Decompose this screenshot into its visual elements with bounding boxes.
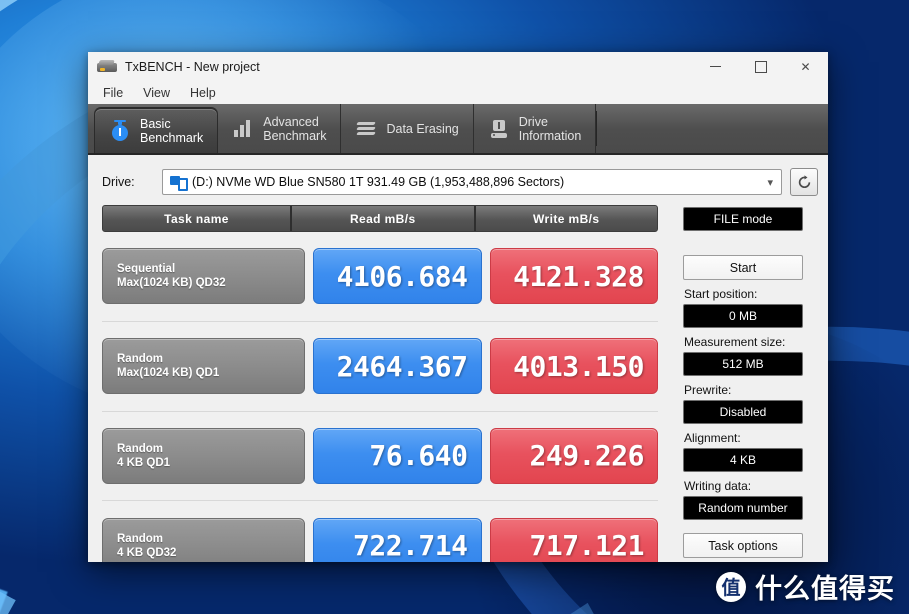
refresh-icon [797, 175, 812, 190]
tab-drive-information[interactable]: Drive Information [474, 104, 597, 153]
write-value: 4013.150 [490, 338, 659, 394]
chevron-down-icon: ▾ [767, 176, 777, 189]
task-button-random-4k-qd32[interactable]: Random 4 KB QD32 [102, 518, 305, 562]
txbench-window: TxBENCH - New project ✕ File View Help B… [88, 52, 828, 562]
read-value: 2464.367 [313, 338, 482, 394]
prewrite-value[interactable]: Disabled [683, 400, 803, 424]
task-button-sequential-qd32[interactable]: Sequential Max(1024 KB) QD32 [102, 248, 305, 304]
table-row: Random 4 KB QD1 76.640 249.226 [102, 412, 658, 502]
watermark-badge-icon: 值 [716, 572, 746, 602]
tab-separator [596, 111, 597, 146]
read-value: 4106.684 [313, 248, 482, 304]
column-header-task-name: Task name [103, 206, 290, 231]
task-options-button[interactable]: Task options [683, 533, 803, 558]
write-value: 249.226 [490, 428, 659, 484]
tab-data-erasing-label: Data Erasing [386, 122, 458, 136]
drive-small-icon [170, 176, 185, 189]
erase-wave-icon [355, 117, 377, 141]
close-icon: ✕ [800, 61, 810, 73]
task-label-line2: 4 KB QD1 [117, 456, 304, 470]
client-area: Drive: (D:) NVMe WD Blue SN580 1T 931.49… [88, 155, 828, 562]
read-value: 76.640 [313, 428, 482, 484]
alignment-value[interactable]: 4 KB [683, 448, 803, 472]
bar-chart-icon [232, 117, 254, 141]
tab-advanced-benchmark[interactable]: Advanced Benchmark [218, 104, 341, 153]
table-row: Random Max(1024 KB) QD1 2464.367 4013.15… [102, 322, 658, 412]
drive-info-icon [488, 117, 510, 141]
tab-data-erasing[interactable]: Data Erasing [341, 104, 473, 153]
task-button-random-4k-qd1[interactable]: Random 4 KB QD1 [102, 428, 305, 484]
watermark: 值 什么值得买 [716, 567, 895, 606]
results-header-row: Task name Read mB/s Write mB/s [102, 205, 658, 232]
alignment-label: Alignment: [684, 431, 802, 445]
app-drive-icon [97, 59, 119, 75]
task-label-line1: Random [117, 532, 304, 546]
start-button[interactable]: Start [683, 255, 803, 280]
menu-item-help[interactable]: Help [180, 84, 226, 102]
writing-data-value[interactable]: Random number [683, 496, 803, 520]
tab-basic-benchmark[interactable]: Basic Benchmark [94, 108, 218, 153]
window-title: TxBENCH - New project [125, 60, 693, 74]
tab-drive-information-label: Drive Information [519, 115, 582, 143]
task-label-line1: Random [117, 442, 304, 456]
menu-item-file[interactable]: File [93, 84, 133, 102]
start-position-value[interactable]: 0 MB [683, 304, 803, 328]
minimize-icon [710, 66, 721, 67]
task-label-line2: Max(1024 KB) QD32 [117, 276, 304, 290]
watermark-text: 什么值得买 [755, 567, 895, 606]
main-content: Task name Read mB/s Write mB/s Sequentia… [88, 205, 828, 562]
write-value: 4121.328 [490, 248, 659, 304]
tab-strip: Basic Benchmark Advanced Benchmark Data … [88, 104, 828, 155]
tab-advanced-benchmark-label: Advanced Benchmark [263, 115, 326, 143]
task-button-random-max-qd1[interactable]: Random Max(1024 KB) QD1 [102, 338, 305, 394]
options-panel: FILE mode Start Start position: 0 MB Mea… [658, 205, 818, 562]
task-label-line2: 4 KB QD32 [117, 546, 304, 560]
task-label-line1: Sequential [117, 262, 304, 276]
column-header-write: Write mB/s [474, 206, 658, 231]
tab-basic-benchmark-label: Basic Benchmark [140, 117, 203, 145]
menu-item-view[interactable]: View [133, 84, 180, 102]
refresh-button[interactable] [790, 168, 818, 196]
close-button[interactable]: ✕ [783, 52, 828, 81]
minimize-button[interactable] [693, 52, 738, 81]
task-label-line1: Random [117, 352, 304, 366]
task-label-line2: Max(1024 KB) QD1 [117, 366, 304, 380]
drive-label: Drive: [102, 175, 154, 189]
start-position-label: Start position: [684, 287, 802, 301]
read-value: 722.714 [313, 518, 482, 562]
drive-selector-row: Drive: (D:) NVMe WD Blue SN580 1T 931.49… [88, 155, 828, 205]
table-row: Random 4 KB QD32 722.714 717.121 [102, 501, 658, 562]
table-row: Sequential Max(1024 KB) QD32 4106.684 41… [102, 232, 658, 322]
title-bar: TxBENCH - New project ✕ [88, 52, 828, 82]
benchmark-results: Task name Read mB/s Write mB/s Sequentia… [102, 205, 658, 562]
drive-select[interactable]: (D:) NVMe WD Blue SN580 1T 931.49 GB (1,… [162, 169, 782, 195]
file-mode-display[interactable]: FILE mode [683, 207, 803, 231]
drive-select-value: (D:) NVMe WD Blue SN580 1T 931.49 GB (1,… [192, 175, 760, 189]
maximize-button[interactable] [738, 52, 783, 81]
write-value: 717.121 [490, 518, 659, 562]
maximize-icon [755, 61, 767, 73]
writing-data-label: Writing data: [684, 479, 802, 493]
prewrite-label: Prewrite: [684, 383, 802, 397]
measurement-size-label: Measurement size: [684, 335, 802, 349]
stopwatch-icon [109, 119, 131, 143]
column-header-read: Read mB/s [290, 206, 474, 231]
measurement-size-value[interactable]: 512 MB [683, 352, 803, 376]
results-rows: Sequential Max(1024 KB) QD32 4106.684 41… [102, 232, 658, 562]
menu-bar: File View Help [88, 82, 828, 104]
